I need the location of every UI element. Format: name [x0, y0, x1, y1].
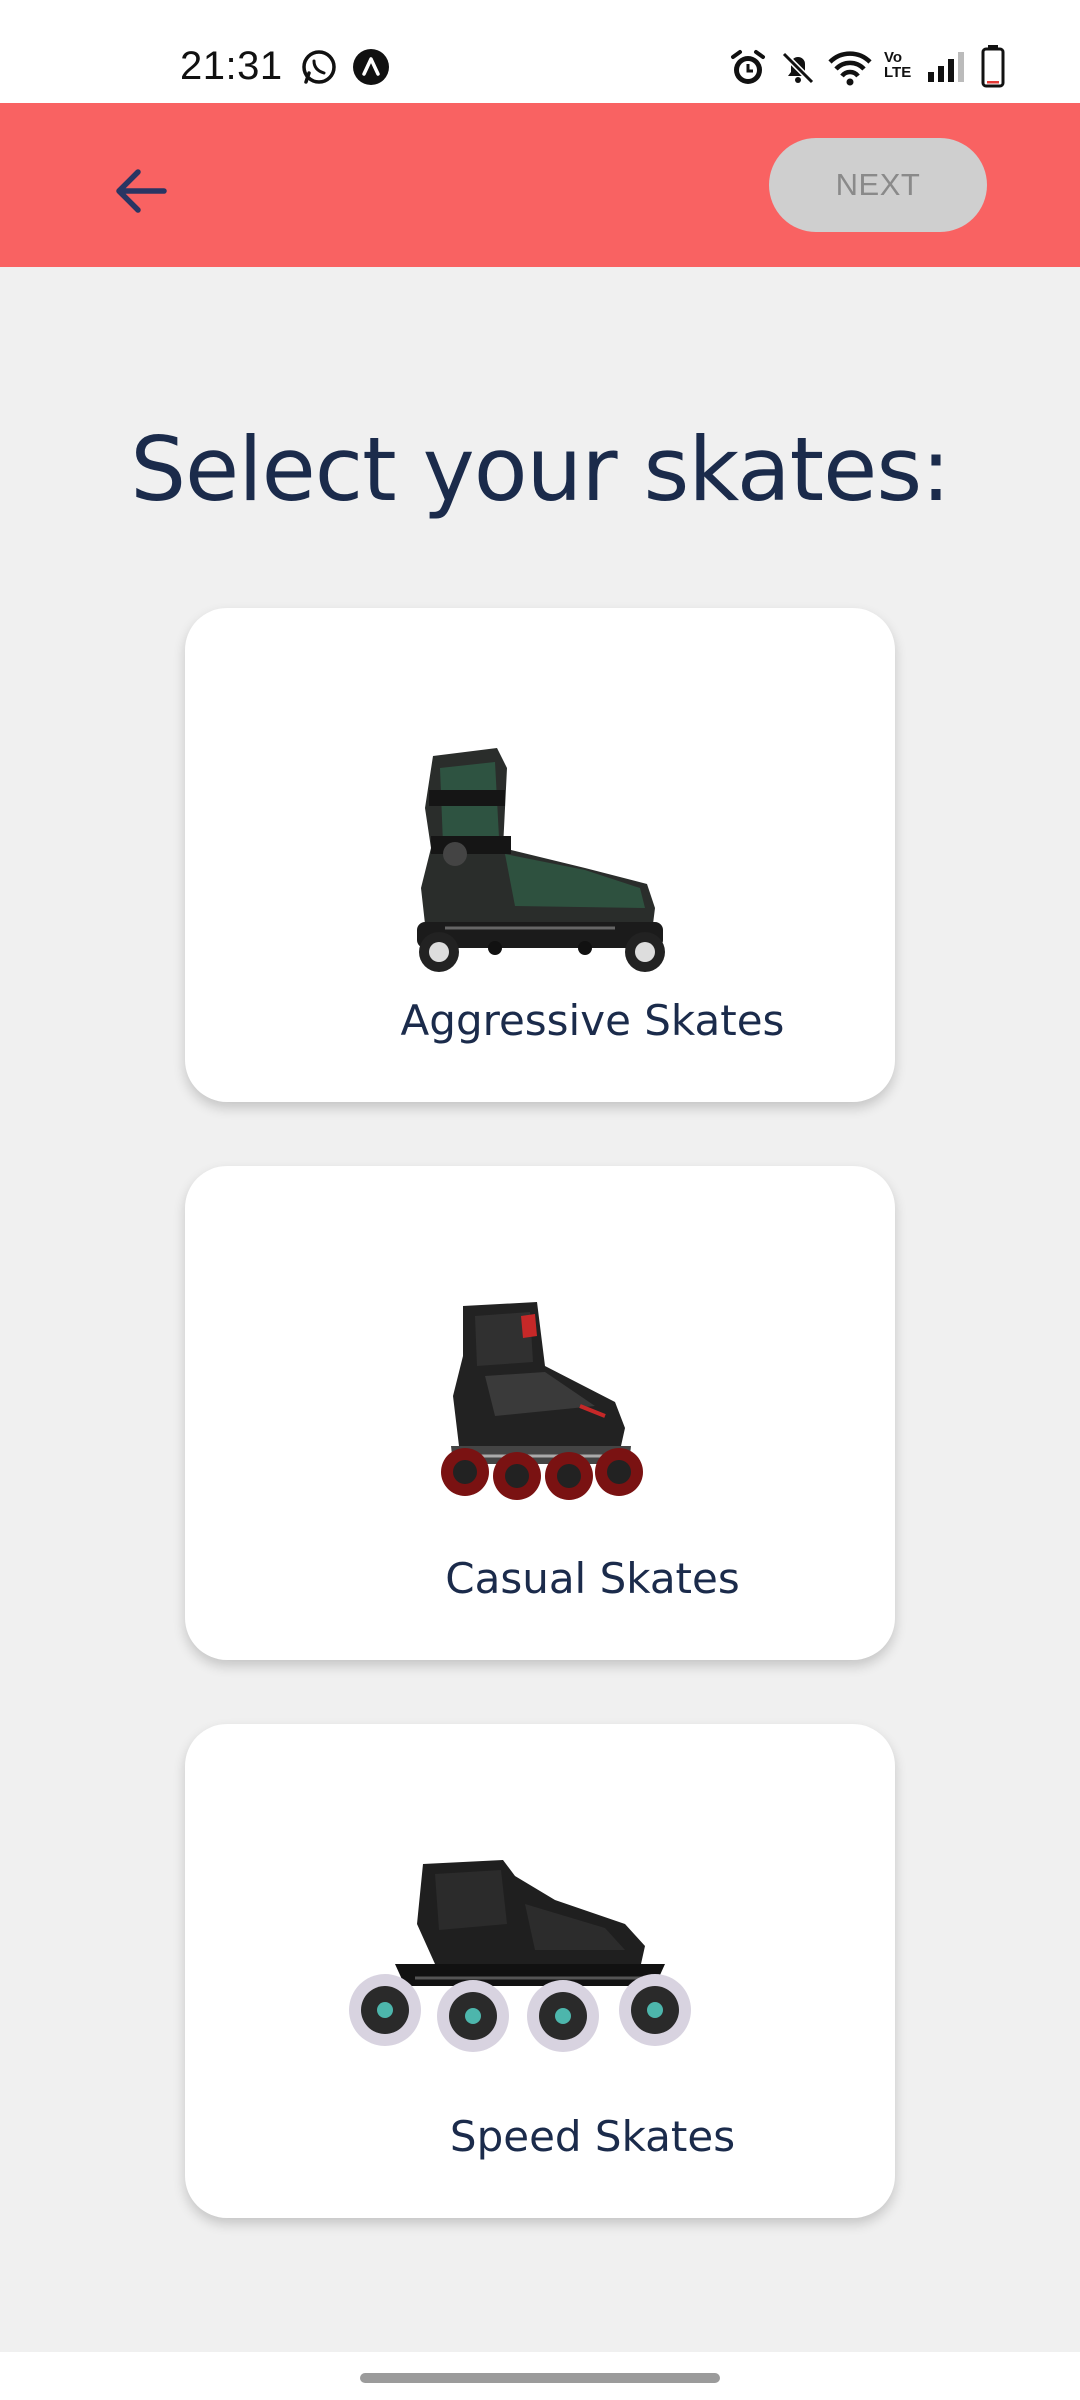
skate-option-casual[interactable]: Casual Skates [185, 1166, 895, 1660]
status-time: 21:31 [180, 44, 283, 88]
battery-icon [980, 44, 1006, 93]
skate-option-label: Casual Skates [445, 1554, 740, 1603]
status-bar: 21:31 Vo LTE [0, 0, 1080, 103]
skate-option-label: Speed Skates [449, 2112, 736, 2161]
home-gesture-bar[interactable] [360, 2373, 720, 2383]
volte-icon: Vo LTE [884, 49, 912, 81]
whatsapp-icon [300, 48, 338, 91]
casual-skate-image [441, 1302, 643, 1500]
skate-option-label: Aggressive Skates [400, 996, 785, 1045]
skate-option-speed[interactable]: Speed Skates [185, 1724, 895, 2218]
arrow-left-icon [112, 166, 168, 221]
next-button[interactable]: NEXT [769, 138, 987, 232]
app-notification-icon [352, 48, 390, 91]
page-title: Select your skates: [130, 418, 951, 521]
navigation-bar [0, 2352, 1080, 2400]
app-bar: NEXT [0, 103, 1080, 267]
wifi-icon [826, 48, 874, 93]
aggressive-skate-image [417, 748, 665, 972]
alarm-icon [728, 48, 768, 93]
skate-option-aggressive[interactable]: Aggressive Skates [185, 608, 895, 1102]
signal-icon [926, 48, 966, 91]
speed-skate-image [349, 1860, 691, 2052]
back-button[interactable] [100, 153, 180, 233]
muted-bell-icon [778, 48, 818, 93]
